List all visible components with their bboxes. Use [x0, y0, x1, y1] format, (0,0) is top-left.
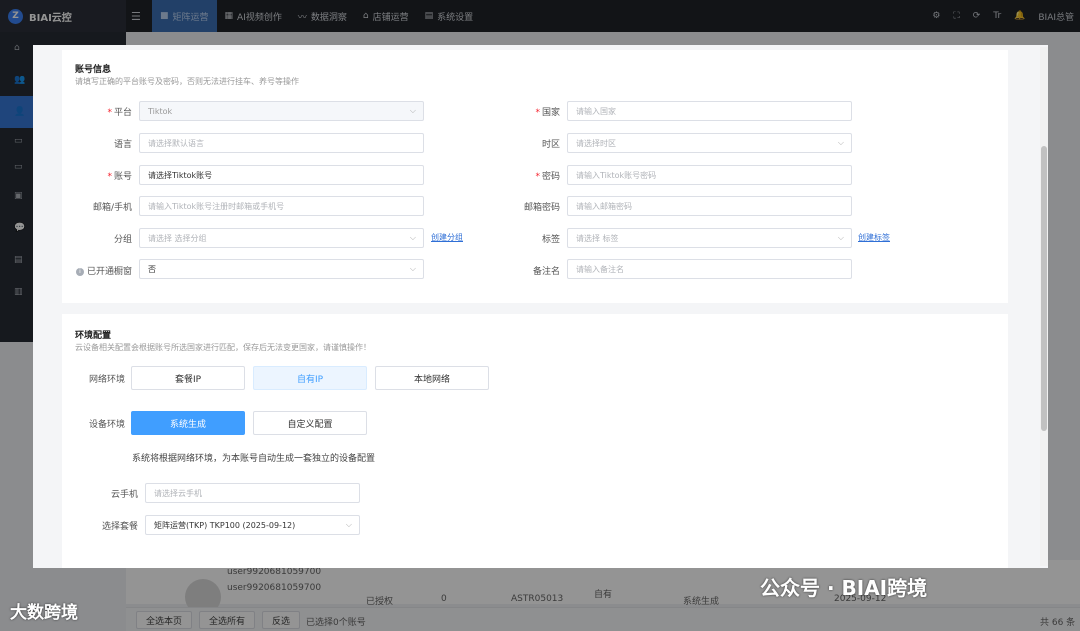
dialog-scrollbar-thumb[interactable]	[1041, 146, 1047, 431]
group-label: 分组	[113, 235, 132, 245]
remark-label: 备注名	[532, 267, 560, 277]
plan-select[interactable]: 矩阵运营(TKP) TKP100 (2025-09-12) ⌵	[145, 515, 360, 535]
cloud-phone-label: 云手机	[110, 490, 138, 500]
create-group-link[interactable]: 创建分组	[431, 232, 463, 243]
account-info-panel: 账号信息 请填写正确的平台账号及密码，否则无法进行挂车、养号等操作 * 平台 Ti…	[62, 50, 1008, 303]
network-env-label: 网络环境	[88, 375, 125, 385]
remark-input[interactable]: 请输入备注名	[567, 259, 852, 279]
country-input[interactable]: 请输入国家	[567, 101, 852, 121]
tag-select[interactable]: 请选择 标签 ⌵	[567, 228, 852, 248]
email-password-input[interactable]: 请输入邮箱密码	[567, 196, 852, 216]
network-option-own-ip[interactable]: 自有IP	[253, 366, 367, 390]
plan-label: 选择套餐	[101, 522, 138, 532]
email-label: 邮箱/手机	[92, 203, 132, 213]
chevron-down-icon: ⌵	[409, 264, 416, 273]
tag-label: 标签	[541, 235, 560, 245]
password-label: * 密码	[535, 172, 560, 182]
country-label: * 国家	[535, 108, 560, 118]
create-tag-link[interactable]: 创建标签	[858, 232, 890, 243]
cloud-phone-input[interactable]: 请选择云手机	[145, 483, 360, 503]
env-config-subtitle: 云设备相关配置会根据账号所选国家进行匹配，保存后无法变更国家，请谨慎操作！	[75, 343, 371, 352]
dialog-body: 账号信息 请填写正确的平台账号及密码，否则无法进行挂车、养号等操作 * 平台 Ti…	[33, 45, 1048, 568]
watermark-left: 大数跨境	[10, 603, 78, 623]
chevron-down-icon: ⌵	[409, 106, 416, 115]
add-account-dialog: 账号信息 请填写正确的平台账号及密码，否则无法进行挂车、养号等操作 * 平台 Ti…	[33, 45, 1048, 568]
showcase-select[interactable]: 否 ⌵	[139, 259, 424, 279]
env-config-panel: 环境配置 云设备相关配置会根据账号所选国家进行匹配，保存后无法变更国家，请谨慎操…	[62, 314, 1008, 568]
platform-label: * 平台	[107, 108, 132, 118]
device-env-note: 系统将根据网络环境，为本账号自动生成一套独立的设备配置	[132, 454, 376, 464]
network-option-package-ip[interactable]: 套餐IP	[131, 366, 245, 390]
timezone-select[interactable]: 请选择时区 ⌵	[567, 133, 852, 153]
chevron-down-icon: ⌵	[409, 233, 416, 242]
chevron-down-icon: ⌵	[345, 520, 352, 529]
chevron-down-icon: ⌵	[837, 138, 844, 147]
group-select[interactable]: 请选择 选择分组 ⌵	[139, 228, 424, 248]
account-label: * 账号	[107, 172, 132, 182]
info-icon[interactable]: i	[75, 267, 84, 276]
device-option-system[interactable]: 系统生成	[131, 411, 245, 435]
platform-select[interactable]: Tiktok ⌵	[139, 101, 424, 121]
device-env-label: 设备环境	[88, 420, 125, 430]
device-option-custom[interactable]: 自定义配置	[253, 411, 367, 435]
email-password-label: 邮箱密码	[523, 203, 560, 213]
language-label: 语言	[113, 140, 132, 150]
env-config-title: 环境配置	[75, 331, 112, 341]
password-input[interactable]: 请输入Tiktok账号密码	[567, 165, 852, 185]
timezone-label: 时区	[541, 140, 560, 150]
email-input[interactable]: 请输入Tiktok账号注册时邮箱或手机号	[139, 196, 424, 216]
language-select[interactable]: 请选择默认语言	[139, 133, 424, 153]
network-option-local[interactable]: 本地网络	[375, 366, 489, 390]
watermark-right: 公众号 · BIAI跨境	[760, 576, 928, 600]
showcase-label: i 已开通橱窗	[62, 264, 132, 277]
account-info-subtitle: 请填写正确的平台账号及密码，否则无法进行挂车、养号等操作	[75, 77, 299, 86]
account-input[interactable]: 请选择Tiktok账号	[139, 165, 424, 185]
account-info-title: 账号信息	[75, 65, 112, 75]
chevron-down-icon: ⌵	[837, 233, 844, 242]
